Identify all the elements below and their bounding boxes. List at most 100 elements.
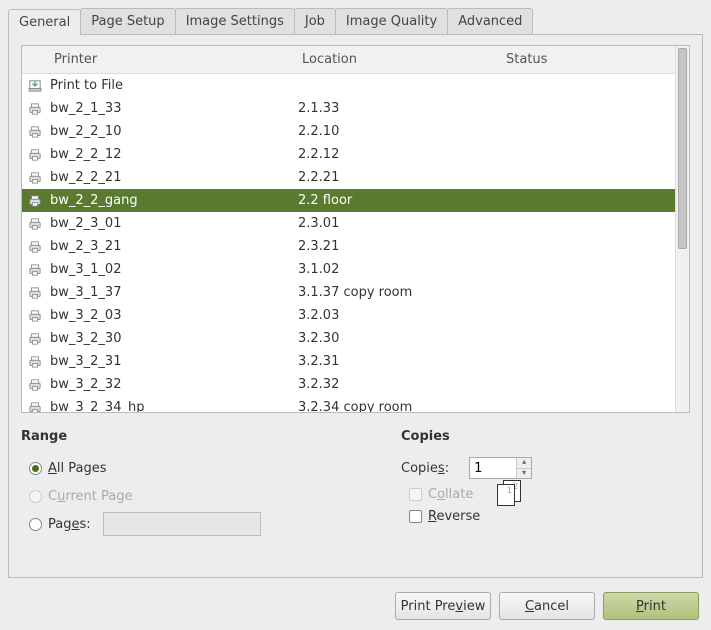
- printer-name: bw_3_1_02: [44, 262, 292, 277]
- printer-icon: [26, 262, 44, 278]
- printer-name: bw_2_2_12: [44, 147, 292, 162]
- radio-all-pages[interactable]: [29, 462, 42, 475]
- tab-image-quality[interactable]: Image Quality: [335, 8, 448, 34]
- radio-current-page-label: Current Page: [48, 489, 132, 504]
- printer-location: 3.2.30: [292, 331, 496, 346]
- radio-current-page: [29, 490, 42, 503]
- pages-input[interactable]: [103, 512, 261, 536]
- printer-location: 2.2.21: [292, 170, 496, 185]
- dialog-buttons: Print Preview Cancel Print: [0, 586, 711, 630]
- printer-row[interactable]: bw_3_2_303.2.30: [22, 327, 675, 350]
- header-printer[interactable]: Printer: [46, 46, 294, 73]
- print-button[interactable]: Print: [603, 592, 699, 620]
- options-area: Range All Pages Current Page Pages: Copi…: [21, 429, 690, 538]
- header-icon-col: [22, 46, 46, 73]
- printer-row[interactable]: bw_3_2_033.2.03: [22, 304, 675, 327]
- checkbox-collate: [409, 488, 422, 501]
- printer-icon: [26, 239, 44, 255]
- printer-list-scrollbar[interactable]: [675, 46, 689, 412]
- printer-location: 2.3.21: [292, 239, 496, 254]
- printer-row[interactable]: bw_3_1_373.1.37 copy room: [22, 281, 675, 304]
- printer-row[interactable]: bw_2_2_122.2.12: [22, 143, 675, 166]
- copies-step-down[interactable]: ▾: [517, 468, 531, 478]
- printer-icon: [26, 78, 44, 94]
- checkbox-reverse-label: Reverse: [428, 509, 480, 524]
- scrollbar-thumb[interactable]: [678, 48, 687, 249]
- printer-name: bw_3_2_34_hp: [44, 400, 292, 412]
- printer-location: 3.2.03: [292, 308, 496, 323]
- printer-location: 3.2.34 copy room: [292, 400, 496, 412]
- range-current-page-row: Current Page: [21, 482, 361, 510]
- printer-name: bw_3_2_03: [44, 308, 292, 323]
- printer-row[interactable]: bw_3_2_313.2.31: [22, 350, 675, 373]
- printer-icon: [26, 331, 44, 347]
- printer-name: bw_3_2_31: [44, 354, 292, 369]
- printer-location: 3.1.02: [292, 262, 496, 277]
- tab-bar: GeneralPage SetupImage SettingsJobImage …: [8, 8, 703, 35]
- header-location[interactable]: Location: [294, 46, 498, 73]
- printer-row[interactable]: bw_2_3_012.3.01: [22, 212, 675, 235]
- printer-row[interactable]: bw_2_2_102.2.10: [22, 120, 675, 143]
- printer-icon: [26, 285, 44, 301]
- range-all-pages-row[interactable]: All Pages: [21, 454, 361, 482]
- copies-title: Copies: [401, 429, 690, 444]
- printer-name: Print to File: [44, 78, 292, 93]
- printer-location: 2.1.33: [292, 101, 496, 116]
- printer-name: bw_3_1_37: [44, 285, 292, 300]
- range-pages-row[interactable]: Pages:: [21, 510, 361, 538]
- printer-location: 3.2.32: [292, 377, 496, 392]
- printer-row[interactable]: bw_2_2_212.2.21: [22, 166, 675, 189]
- collate-icon: 21: [497, 480, 525, 508]
- tab-job[interactable]: Job: [294, 8, 336, 34]
- radio-all-pages-label: All Pages: [48, 461, 107, 476]
- radio-pages[interactable]: [29, 518, 42, 531]
- cancel-button[interactable]: Cancel: [499, 592, 595, 620]
- tab-image-settings[interactable]: Image Settings: [175, 8, 295, 34]
- printer-icon: [26, 377, 44, 393]
- range-group: Range All Pages Current Page Pages:: [21, 429, 361, 538]
- copies-spinbox[interactable]: ▴ ▾: [469, 457, 532, 479]
- printer-row[interactable]: bw_3_2_323.2.32: [22, 373, 675, 396]
- printer-list-headers: Printer Location Status: [22, 46, 675, 74]
- printer-row[interactable]: bw_2_3_212.3.21: [22, 235, 675, 258]
- printer-row[interactable]: Print to File: [22, 74, 675, 97]
- reverse-row[interactable]: Reverse: [401, 502, 690, 530]
- checkbox-collate-label: Collate: [428, 487, 473, 502]
- printer-location: 2.2.12: [292, 147, 496, 162]
- printer-row[interactable]: bw_2_2_gang2.2 floor: [22, 189, 675, 212]
- printer-name: bw_3_2_30: [44, 331, 292, 346]
- printer-name: bw_2_2_10: [44, 124, 292, 139]
- printer-row[interactable]: bw_3_2_34_hp3.2.34 copy room: [22, 396, 675, 412]
- printer-icon: [26, 147, 44, 163]
- tab-page-setup[interactable]: Page Setup: [80, 8, 175, 34]
- header-status[interactable]: Status: [498, 46, 675, 73]
- tab-advanced[interactable]: Advanced: [447, 8, 533, 34]
- copies-label: Copies:: [401, 461, 449, 476]
- printer-name: bw_2_2_gang: [44, 193, 292, 208]
- printer-name: bw_3_2_32: [44, 377, 292, 392]
- printer-name: bw_2_1_33: [44, 101, 292, 116]
- copies-step-up[interactable]: ▴: [517, 458, 531, 468]
- printer-icon: [26, 216, 44, 232]
- printer-icon: [26, 400, 44, 413]
- printer-icon: [26, 308, 44, 324]
- print-preview-button[interactable]: Print Preview: [395, 592, 491, 620]
- copies-row: Copies: ▴ ▾: [401, 454, 690, 482]
- printer-row[interactable]: bw_2_1_332.1.33: [22, 97, 675, 120]
- printer-list[interactable]: Printer Location Status Print to File bw_…: [22, 46, 675, 412]
- printer-icon: [26, 124, 44, 140]
- printer-location: 2.2.10: [292, 124, 496, 139]
- printer-location: 2.3.01: [292, 216, 496, 231]
- printer-list-container: Printer Location Status Print to File bw_…: [21, 45, 690, 413]
- printer-icon: [26, 170, 44, 186]
- printer-icon: [26, 354, 44, 370]
- printer-row[interactable]: bw_3_1_023.1.02: [22, 258, 675, 281]
- copies-input[interactable]: [470, 458, 516, 478]
- printer-icon: [26, 193, 44, 209]
- tab-general[interactable]: General: [8, 9, 81, 35]
- printer-name: bw_2_3_01: [44, 216, 292, 231]
- printer-location: 3.2.31: [292, 354, 496, 369]
- copies-group: Copies Copies: ▴ ▾ Collate 21: [401, 429, 690, 538]
- checkbox-reverse[interactable]: [409, 510, 422, 523]
- print-dialog: GeneralPage SetupImage SettingsJobImage …: [0, 0, 711, 630]
